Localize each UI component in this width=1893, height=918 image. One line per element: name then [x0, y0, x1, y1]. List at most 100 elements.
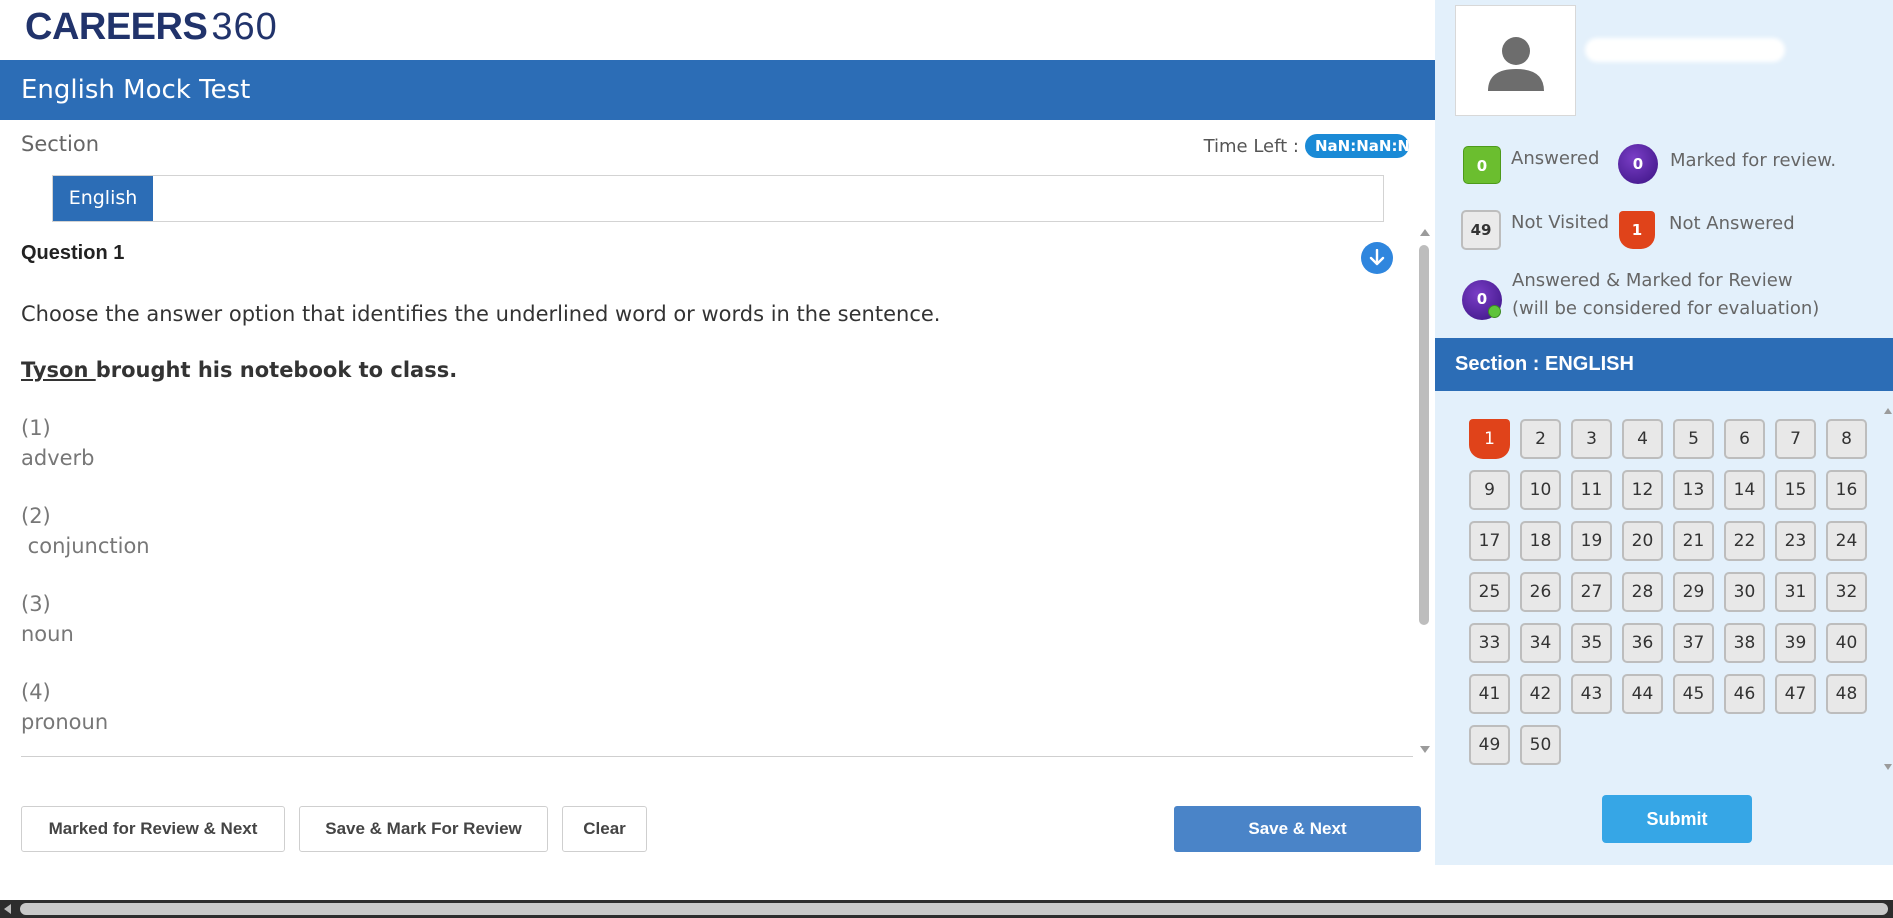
question-palette-button[interactable]: 40 — [1826, 623, 1867, 663]
scrollbar-thumb[interactable] — [20, 903, 1888, 915]
mark-review-next-button[interactable]: Marked for Review & Next — [21, 806, 285, 852]
candidate-name-redacted — [1585, 38, 1785, 62]
question-palette-button[interactable]: 41 — [1469, 674, 1510, 714]
question-palette-button[interactable]: 26 — [1520, 572, 1561, 612]
clear-button[interactable]: Clear — [562, 806, 647, 852]
question-palette-button[interactable]: 32 — [1826, 572, 1867, 612]
question-palette-button[interactable]: 13 — [1673, 470, 1714, 510]
question-palette-button[interactable]: 46 — [1724, 674, 1765, 714]
timer: Time Left : NaN:NaN:N — [1204, 134, 1409, 158]
question-sentence: Tyson brought his notebook to class. — [21, 358, 457, 382]
option-text: noun — [21, 622, 74, 646]
question-scrollbar[interactable] — [1416, 225, 1434, 755]
legend-label: Marked for review. — [1670, 150, 1837, 171]
question-palette-button[interactable]: 12 — [1622, 470, 1663, 510]
scroll-up-arrow-icon[interactable] — [1884, 408, 1892, 414]
question-palette-button[interactable]: 17 — [1469, 521, 1510, 561]
option-2[interactable]: (2) conjunction — [21, 504, 150, 558]
legend-answered-marked: 0 Answered & Marked for Review (will be … — [1462, 268, 1819, 322]
arrow-down-icon — [1369, 248, 1385, 266]
question-palette-button[interactable]: 16 — [1826, 470, 1867, 510]
question-palette-button[interactable]: 35 — [1571, 623, 1612, 663]
page-horizontal-scrollbar[interactable] — [0, 900, 1893, 918]
question-palette-button[interactable]: 28 — [1622, 572, 1663, 612]
scrollbar-thumb[interactable] — [1419, 245, 1429, 625]
question-palette-button[interactable]: 10 — [1520, 470, 1561, 510]
question-palette-button[interactable]: 9 — [1469, 470, 1510, 510]
question-palette-button[interactable]: 38 — [1724, 623, 1765, 663]
careers360-logo[interactable]: CAREERS 360 — [25, 6, 278, 54]
legend-label: Not Visited — [1511, 212, 1610, 233]
question-palette-button[interactable]: 31 — [1775, 572, 1816, 612]
question-palette-button[interactable]: 42 — [1520, 674, 1561, 714]
question-palette-button[interactable]: 48 — [1826, 674, 1867, 714]
legend-not-answered: 1 Not Answered — [1619, 211, 1795, 249]
question-palette-button[interactable]: 19 — [1571, 521, 1612, 561]
scroll-down-button[interactable] — [1361, 242, 1393, 274]
question-palette-button[interactable]: 44 — [1622, 674, 1663, 714]
question-palette-button[interactable]: 43 — [1571, 674, 1612, 714]
scroll-left-arrow-icon[interactable] — [4, 904, 11, 914]
question-number: Question 1 — [21, 242, 125, 264]
option-3[interactable]: (3) noun — [21, 592, 74, 646]
tab-english[interactable]: English — [53, 176, 153, 221]
scroll-up-arrow-icon[interactable] — [1420, 229, 1430, 236]
answered-count-badge: 0 — [1463, 146, 1501, 184]
test-title: English Mock Test — [21, 75, 251, 105]
question-palette-button[interactable]: 29 — [1673, 572, 1714, 612]
question-palette-button[interactable]: 8 — [1826, 419, 1867, 459]
scroll-down-arrow-icon[interactable] — [1420, 746, 1430, 753]
option-number: (1) — [21, 416, 51, 440]
test-title-bar: English Mock Test — [0, 60, 1435, 120]
question-palette-button[interactable]: 4 — [1622, 419, 1663, 459]
question-palette-button[interactable]: 49 — [1469, 725, 1510, 765]
divider — [21, 756, 1413, 757]
green-dot-icon — [1488, 305, 1501, 318]
question-palette-button[interactable]: 15 — [1775, 470, 1816, 510]
option-text: adverb — [21, 446, 95, 470]
underlined-word: Tyson — [21, 358, 96, 382]
question-palette-button[interactable]: 3 — [1571, 419, 1612, 459]
answered-marked-count-badge: 0 — [1462, 280, 1502, 320]
question-palette-button[interactable]: 45 — [1673, 674, 1714, 714]
question-palette-button[interactable]: 50 — [1520, 725, 1561, 765]
question-palette-button[interactable]: 2 — [1520, 419, 1561, 459]
question-palette-button[interactable]: 22 — [1724, 521, 1765, 561]
question-palette-button[interactable]: 21 — [1673, 521, 1714, 561]
question-palette-button[interactable]: 47 — [1775, 674, 1816, 714]
legend-label: Answered — [1511, 148, 1600, 169]
sentence-rest: brought his notebook to class. — [95, 358, 458, 382]
legend-answered: 0 Answered — [1463, 146, 1599, 184]
question-palette-button[interactable]: 14 — [1724, 470, 1765, 510]
question-palette-button[interactable]: 1 — [1469, 419, 1510, 459]
question-palette-button[interactable]: 39 — [1775, 623, 1816, 663]
question-palette-button[interactable]: 33 — [1469, 623, 1510, 663]
question-palette-button[interactable]: 6 — [1724, 419, 1765, 459]
question-palette-button[interactable]: 20 — [1622, 521, 1663, 561]
legend-marked: 0 Marked for review. — [1618, 144, 1836, 184]
question-palette-button[interactable]: 7 — [1775, 419, 1816, 459]
submit-button[interactable]: Submit — [1602, 795, 1752, 843]
save-mark-review-button[interactable]: Save & Mark For Review — [299, 806, 548, 852]
question-palette-button[interactable]: 18 — [1520, 521, 1561, 561]
question-palette-button[interactable]: 5 — [1673, 419, 1714, 459]
scroll-down-arrow-icon[interactable] — [1884, 764, 1892, 770]
palette-scrollbar[interactable] — [1883, 400, 1893, 770]
question-palette-button[interactable]: 11 — [1571, 470, 1612, 510]
question-palette-button[interactable]: 37 — [1673, 623, 1714, 663]
legend-label: Answered & Marked for Review (will be co… — [1512, 268, 1819, 322]
question-palette-button[interactable]: 36 — [1622, 623, 1663, 663]
question-palette-button[interactable]: 34 — [1520, 623, 1561, 663]
question-palette-button[interactable]: 30 — [1724, 572, 1765, 612]
question-palette-button[interactable]: 27 — [1571, 572, 1612, 612]
save-next-button[interactable]: Save & Next — [1174, 806, 1421, 852]
legend-not-visited: 49 Not Visited — [1461, 210, 1609, 250]
question-text: Choose the answer option that identifies… — [21, 302, 941, 326]
question-palette-button[interactable]: 25 — [1469, 572, 1510, 612]
option-number: (3) — [21, 592, 51, 616]
question-palette-button[interactable]: 23 — [1775, 521, 1816, 561]
question-palette-button[interactable]: 24 — [1826, 521, 1867, 561]
option-4[interactable]: (4) pronoun — [21, 680, 108, 734]
section-tabs: English — [52, 175, 1384, 222]
option-1[interactable]: (1) adverb — [21, 416, 95, 470]
